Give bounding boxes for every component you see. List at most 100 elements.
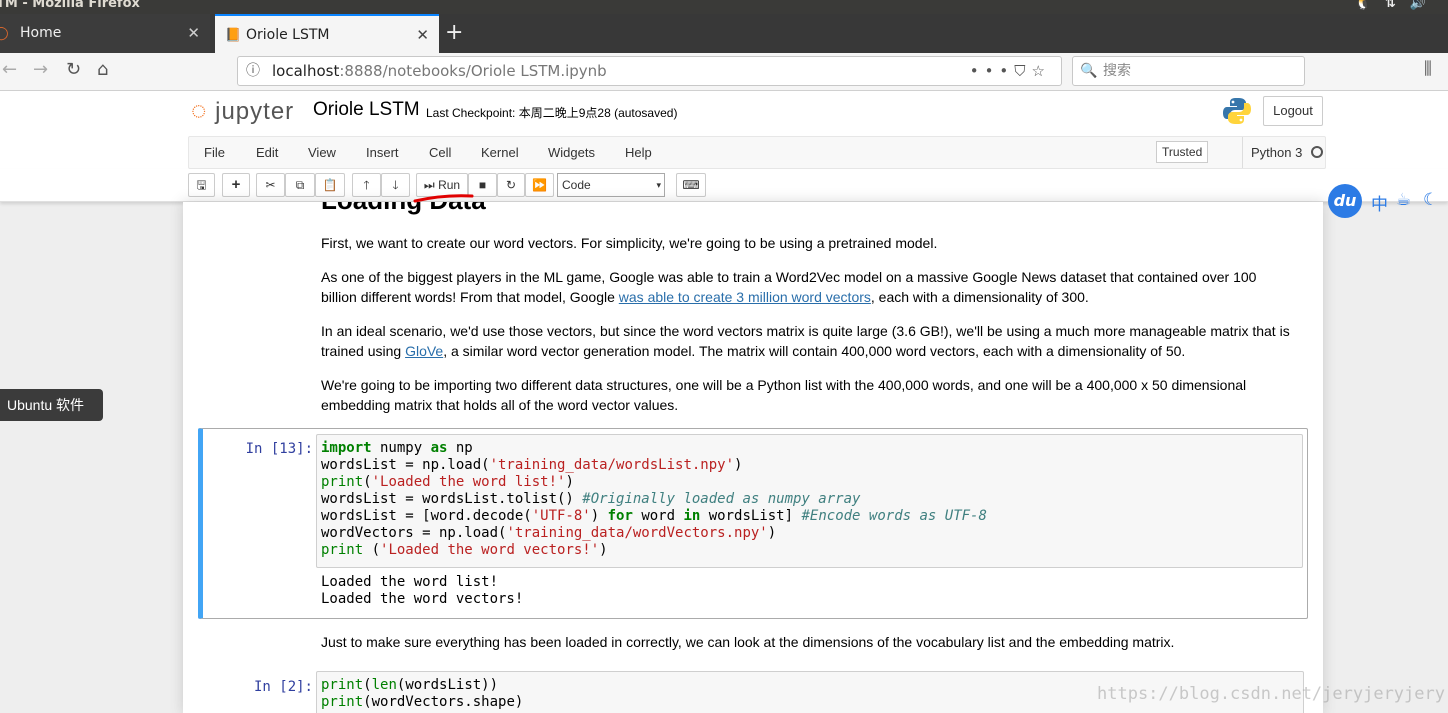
tab-strip: ◯ Home ✕ 📙 Oriole LSTM ✕ + [0, 14, 1448, 53]
paste-button[interactable]: 📋 [315, 173, 345, 197]
moon-icon[interactable]: ☾ [1423, 190, 1438, 210]
move-up-button[interactable]: 🡑 [352, 173, 381, 197]
cell-type-select[interactable]: Code ▾ [557, 173, 665, 197]
jupyter-logo-text: jupyter [215, 98, 295, 125]
insert-cell-button[interactable]: + [222, 173, 250, 197]
home-icon[interactable]: ⌂ [97, 59, 108, 80]
markdown-paragraph: We're going to be importing two differen… [321, 377, 1247, 413]
tux-icon[interactable]: 🐧 [1355, 0, 1385, 11]
search-icon: 🔍 [1080, 63, 1098, 79]
chevron-down-icon: ▾ [656, 180, 661, 190]
menu-view[interactable]: View [308, 137, 336, 168]
back-arrow-icon[interactable]: ← [2, 59, 17, 80]
trusted-badge[interactable]: Trusted [1156, 141, 1209, 163]
updown-arrows-icon[interactable]: ⇅ [1385, 0, 1410, 11]
pocket-icon[interactable]: ⛉ [1014, 62, 1031, 80]
window-titlebar: TM - Mozilla Firefox 🐧⇅🔊 [0, 0, 1448, 14]
cell-output: Loaded the word list! Loaded the word vec… [321, 574, 523, 608]
keyboard-icon: ⌨ [682, 178, 700, 192]
cell-type-value: Code [562, 178, 591, 192]
cut-button[interactable]: ✂ [256, 173, 285, 197]
text-run: , a similar word vector generation model… [443, 343, 1186, 359]
new-tab-plus-icon[interactable]: + [445, 14, 463, 53]
reload-icon[interactable]: ↻ [66, 59, 81, 80]
notebook-container: Loading Data First, we want to create ou… [183, 202, 1323, 713]
copy-button[interactable]: ⧉ [285, 173, 315, 197]
close-icon[interactable]: ✕ [416, 16, 429, 55]
arrow-down-icon: 🡓 [392, 178, 399, 192]
python-logo-icon [1223, 98, 1251, 124]
ellipsis-icon[interactable]: ••• [970, 62, 1015, 80]
move-down-button[interactable]: 🡓 [381, 173, 410, 197]
code-cell-selected[interactable]: In [13]: import numpy as np wordsList = … [198, 428, 1308, 619]
logout-button[interactable]: Logout [1263, 96, 1323, 126]
code-editor[interactable]: import numpy as np wordsList = np.load('… [316, 434, 1303, 568]
tab-oriole-lstm[interactable]: 📙 Oriole LSTM ✕ [215, 14, 439, 53]
firefox-page-icon: ◯ [0, 26, 9, 41]
search-placeholder: 搜索 [1103, 63, 1131, 79]
menu-help[interactable]: Help [625, 137, 652, 168]
repeat-icon: ↻ [505, 178, 517, 192]
punctuation-icon[interactable]: ☕ [1396, 190, 1411, 210]
fast-forward-icon: ⏩ [532, 178, 547, 192]
menu-cell[interactable]: Cell [429, 137, 451, 168]
arrow-up-icon: 🡑 [363, 178, 370, 192]
plus-icon: + [231, 176, 241, 193]
speaker-icon[interactable]: 🔊 [1410, 0, 1440, 11]
red-scribble-annotation [413, 194, 474, 203]
search-input[interactable]: 🔍 搜索 [1072, 56, 1305, 86]
close-icon[interactable]: ✕ [187, 14, 200, 53]
url-actions[interactable]: •••⛉☆ [970, 57, 1051, 85]
markdown-paragraph: In an ideal scenario, we'd use those vec… [321, 321, 1291, 361]
ubuntu-software-tooltip: Ubuntu 软件 [0, 389, 103, 421]
command-palette-button[interactable]: ⌨ [676, 173, 706, 197]
scissors-icon: ✂ [265, 178, 276, 192]
tab-label: Oriole LSTM [246, 27, 330, 43]
menu-widgets[interactable]: Widgets [548, 137, 595, 168]
menu-edit[interactable]: Edit [256, 137, 278, 168]
glove-link[interactable]: GloVe [405, 343, 443, 359]
output-line: Loaded the word vectors! [321, 591, 524, 607]
notebook-name[interactable]: Oriole LSTM [313, 99, 420, 121]
menu-insert[interactable]: Insert [366, 137, 399, 168]
menubar: File Edit View Insert Cell Kernel Widget… [0, 136, 1448, 169]
url-path: :8888/notebooks/Oriole LSTM.ipynb [339, 62, 607, 80]
checkpoint-status: Last Checkpoint: 本周二晚上9点28 (autosaved) [426, 106, 678, 120]
system-tray[interactable]: 🐧⇅🔊 [1355, 0, 1440, 10]
star-icon[interactable]: ☆ [1032, 62, 1051, 80]
notebook-icon: 📙 [225, 28, 242, 43]
text-run: , each with a dimensionality of 300. [870, 289, 1089, 305]
markdown-paragraph: First, we want to create our word vector… [321, 235, 938, 251]
save-button[interactable]: 🖫 [188, 173, 215, 197]
baidu-du-icon[interactable]: du [1328, 184, 1362, 218]
url-text[interactable]: localhost:8888/notebooks/Oriole LSTM.ipy… [272, 57, 607, 85]
input-prompt: In [2]: [253, 679, 313, 695]
url-host: localhost [272, 62, 340, 80]
paste-icon: 📋 [322, 178, 338, 192]
kernel-name: Python 3 [1242, 137, 1302, 168]
tab-label: Home [20, 25, 62, 41]
output-line: Loaded the word list! [321, 574, 499, 590]
markdown-paragraph: As one of the biggest players in the ML … [321, 267, 1291, 307]
tab-home[interactable]: ◯ Home ✕ [0, 14, 210, 53]
section-heading: Loading Data [321, 202, 486, 216]
window-title: TM - Mozilla Firefox [0, 0, 140, 11]
copy-icon: ⧉ [295, 178, 305, 192]
navigation-bar: ← → ↻ ⌂ ⓘ localhost:8888/notebooks/Oriol… [0, 53, 1448, 91]
url-bar[interactable]: ⓘ localhost:8888/notebooks/Oriole LSTM.i… [237, 56, 1062, 86]
baidu-ime-widget[interactable]: du 中 ☕ ☾ [1328, 184, 1448, 218]
watermark: https://blog.csdn.net/jeryjeryjery [1097, 684, 1445, 704]
notebook-toolbar: 🖫 + ✂ ⧉ 📋 🡑 🡓 ⏭ Run ■ ↻ ⏩ Code ▾ ⌨ [0, 169, 1448, 202]
word2vec-link[interactable]: was able to create 3 million word vector… [619, 289, 871, 305]
info-icon[interactable]: ⓘ [246, 57, 260, 85]
restart-button[interactable]: ↻ [497, 173, 525, 197]
run-all-button[interactable]: ⏩ [525, 173, 554, 197]
forward-arrow-icon[interactable]: → [33, 59, 48, 80]
menu-kernel[interactable]: Kernel [481, 137, 519, 168]
library-icon[interactable]: ⫼ [1424, 59, 1432, 79]
jupyter-logo[interactable]: ◌ jupyter [191, 95, 294, 126]
jupyter-header: ◌ jupyter Oriole LSTM Last Checkpoint: 本… [0, 91, 1448, 136]
save-icon: 🖫 [196, 178, 207, 192]
chinese-mode-toggle[interactable]: 中 [1371, 190, 1388, 215]
menu-file[interactable]: File [204, 137, 225, 168]
